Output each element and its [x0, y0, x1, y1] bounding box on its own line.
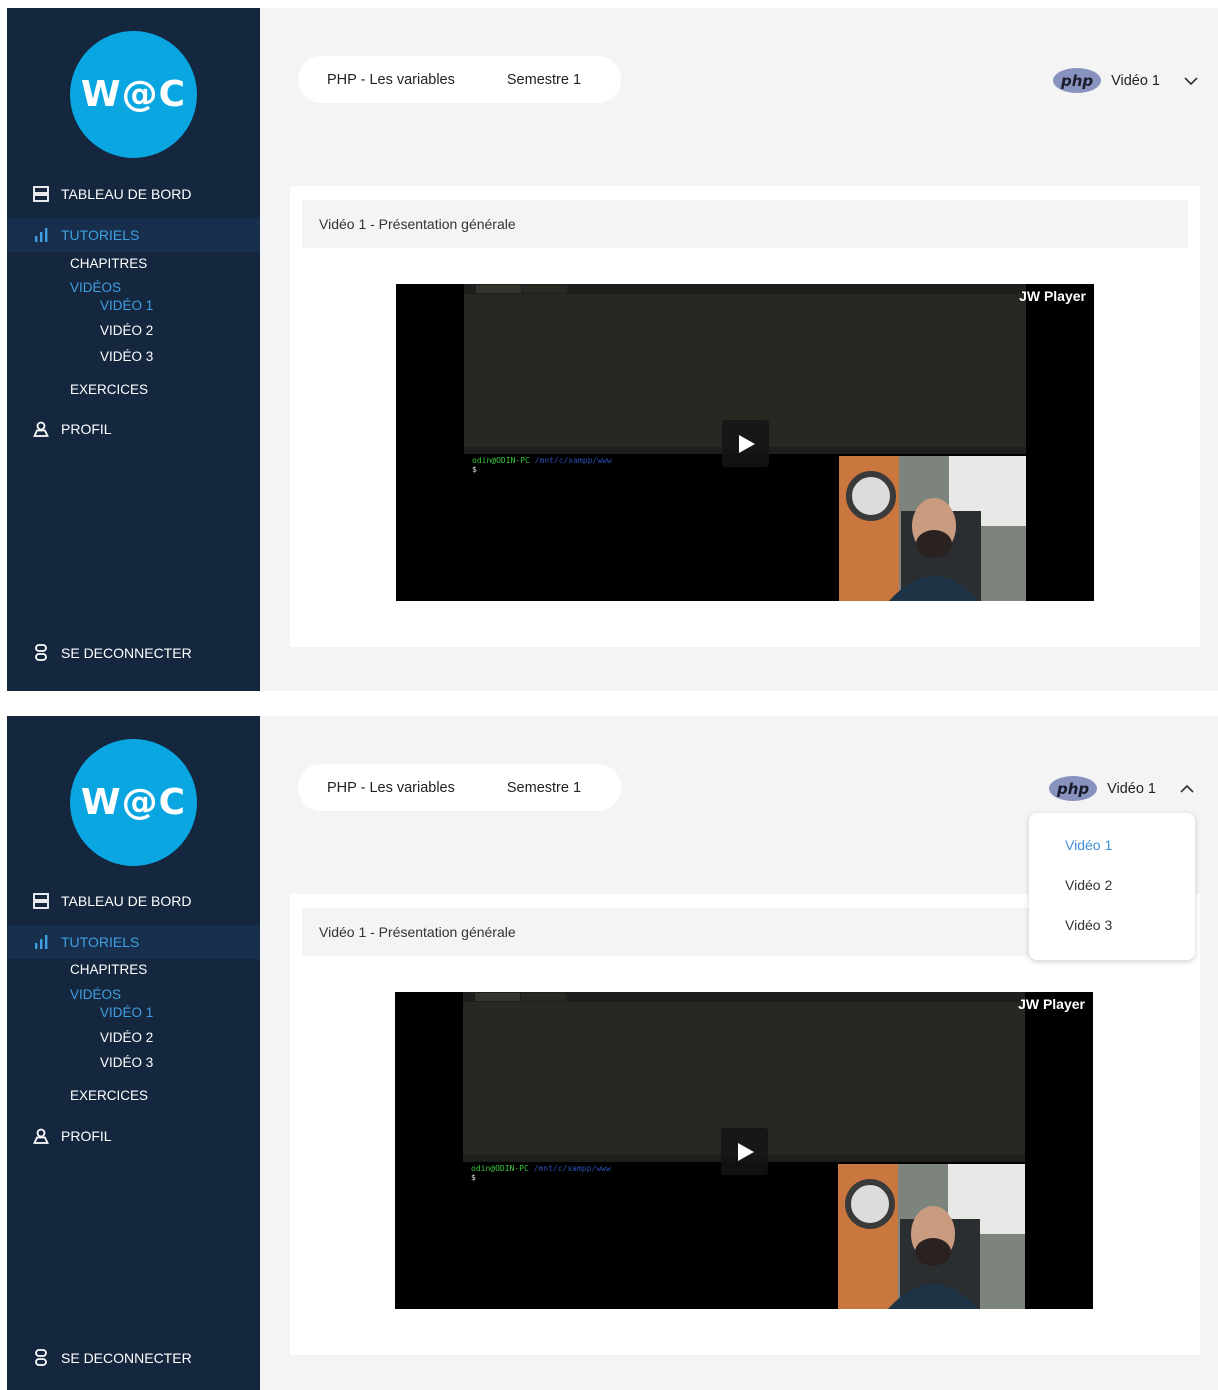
terminal-path: /mnt/c/xampp/www: [533, 1164, 611, 1173]
webcam-overlay: [838, 1164, 1025, 1309]
nav-dashboard-label: TABLEAU DE BORD: [61, 186, 192, 202]
logo[interactable]: W@C: [70, 31, 197, 158]
breadcrumb: PHP - Les variables Semestre 1: [298, 764, 621, 811]
nav-video-2[interactable]: VIDÉO 2: [100, 1030, 153, 1045]
sidebar: W@C TABLEAU DE BORD TUTORIELS CHAPITRES …: [7, 8, 260, 691]
video-selector-value: Vidéo 1: [1111, 72, 1160, 89]
server-icon: [32, 185, 50, 203]
editor-tabs: [463, 992, 1025, 1002]
nav-tutorials[interactable]: TUTORIELS: [7, 925, 260, 959]
breadcrumb-semester: Semestre 1: [506, 71, 582, 88]
bar-chart-icon: [32, 933, 50, 951]
video-selector[interactable]: php Vidéo 1: [1053, 68, 1200, 93]
logout-label: SE DECONNECTER: [61, 645, 192, 661]
logo[interactable]: W@C: [70, 739, 197, 866]
nav-video-3[interactable]: VIDÉO 3: [100, 349, 153, 364]
webcam-overlay: [839, 456, 1026, 601]
bar-chart-icon: [32, 226, 50, 244]
chevron-up-icon[interactable]: [1178, 780, 1196, 798]
nav-dashboard[interactable]: TABLEAU DE BORD: [7, 884, 260, 918]
editor-tab: [522, 285, 567, 293]
editor-tab: [521, 993, 566, 1001]
logout-button[interactable]: SE DECONNECTER: [32, 644, 192, 662]
nav-exercises[interactable]: EXERCICES: [70, 382, 148, 397]
panel-title-text: Vidéo 1 - Présentation générale: [319, 924, 516, 940]
nav-videos[interactable]: VIDÉOS: [70, 280, 121, 295]
editor-tab: [475, 993, 520, 1001]
chevron-down-icon[interactable]: [1182, 72, 1200, 90]
user-icon: [32, 1127, 50, 1145]
breadcrumb-course: PHP - Les variables: [327, 779, 455, 796]
terminal-dollar: $: [472, 465, 477, 474]
sidebar: W@C TABLEAU DE BORD TUTORIELS CHAPITRES …: [7, 716, 260, 1390]
dropdown-option-video-3[interactable]: Vidéo 3: [1065, 917, 1112, 933]
logo-text: W@C: [80, 782, 187, 823]
terminal-user: odin@ODIN-PC: [471, 1164, 529, 1173]
play-button[interactable]: [722, 420, 769, 467]
terminal-prompt: odin@ODIN-PC /mnt/c/xampp/www $: [471, 1164, 611, 1182]
logo-text: W@C: [80, 74, 187, 115]
screenshot-closed-state: W@C TABLEAU DE BORD TUTORIELS CHAPITRES …: [7, 8, 1218, 691]
breadcrumb: PHP - Les variables Semestre 1: [298, 56, 621, 103]
dropdown-option-video-1[interactable]: Vidéo 1: [1065, 837, 1112, 853]
nav-profile[interactable]: PROFIL: [7, 1119, 260, 1153]
play-icon: [737, 1142, 754, 1161]
terminal-path: /mnt/c/xampp/www: [534, 456, 612, 465]
breadcrumb-semester: Semestre 1: [506, 779, 582, 796]
nav-profile[interactable]: PROFIL: [7, 412, 260, 446]
nav-video-2[interactable]: VIDÉO 2: [100, 323, 153, 338]
video-dropdown-menu: Vidéo 1 Vidéo 2 Vidéo 3: [1029, 813, 1195, 960]
user-icon: [32, 420, 50, 438]
video-panel: Vidéo 1 - Présentation générale odin@ODI…: [290, 186, 1200, 647]
php-logo-icon: php: [1049, 776, 1098, 801]
editor-tabs: [464, 284, 1026, 294]
nav-video-3[interactable]: VIDÉO 3: [100, 1055, 153, 1070]
nav-video-1[interactable]: VIDÉO 1: [100, 1005, 153, 1020]
logout-button[interactable]: SE DECONNECTER: [32, 1349, 192, 1367]
video-selector-value: Vidéo 1: [1107, 780, 1156, 797]
dropdown-option-video-2[interactable]: Vidéo 2: [1065, 877, 1112, 893]
terminal-dollar: $: [471, 1173, 476, 1182]
jw-player-logo: JW Player: [1018, 996, 1085, 1012]
nav-profile-label: PROFIL: [61, 1128, 112, 1144]
video-player[interactable]: odin@ODIN-PC /mnt/c/xampp/www $ JW Playe…: [395, 992, 1093, 1309]
logout-icon: [32, 1349, 50, 1367]
breadcrumb-course: PHP - Les variables: [327, 71, 455, 88]
nav-chapters[interactable]: CHAPITRES: [70, 962, 147, 977]
nav-tutorials[interactable]: TUTORIELS: [7, 218, 260, 252]
jw-player-logo: JW Player: [1019, 288, 1086, 304]
video-selector[interactable]: php Vidéo 1: [1049, 776, 1196, 801]
video-player[interactable]: odin@ODIN-PC /mnt/c/xampp/www $ JW Playe…: [396, 284, 1094, 601]
play-button[interactable]: [721, 1128, 768, 1175]
screenshot-open-state: W@C TABLEAU DE BORD TUTORIELS CHAPITRES …: [7, 716, 1218, 1390]
play-icon: [738, 434, 755, 453]
terminal-prompt: odin@ODIN-PC /mnt/c/xampp/www $: [472, 456, 612, 474]
video-panel-title: Vidéo 1 - Présentation générale: [302, 200, 1188, 248]
php-logo-icon: php: [1053, 68, 1102, 93]
nav-dashboard[interactable]: TABLEAU DE BORD: [7, 177, 260, 211]
nav-videos[interactable]: VIDÉOS: [70, 987, 121, 1002]
nav-tutorials-label: TUTORIELS: [61, 934, 140, 950]
nav-profile-label: PROFIL: [61, 421, 112, 437]
nav-video-1[interactable]: VIDÉO 1: [100, 298, 153, 313]
nav-tutorials-label: TUTORIELS: [61, 227, 140, 243]
logout-label: SE DECONNECTER: [61, 1350, 192, 1366]
nav-chapters[interactable]: CHAPITRES: [70, 256, 147, 271]
video-panel: Vidéo 1 - Présentation générale odin@ODI…: [290, 894, 1200, 1355]
terminal-user: odin@ODIN-PC: [472, 456, 530, 465]
server-icon: [32, 892, 50, 910]
logout-icon: [32, 644, 50, 662]
nav-dashboard-label: TABLEAU DE BORD: [61, 893, 192, 909]
panel-title-text: Vidéo 1 - Présentation générale: [319, 216, 516, 232]
nav-exercises[interactable]: EXERCICES: [70, 1088, 148, 1103]
editor-tab: [476, 285, 521, 293]
